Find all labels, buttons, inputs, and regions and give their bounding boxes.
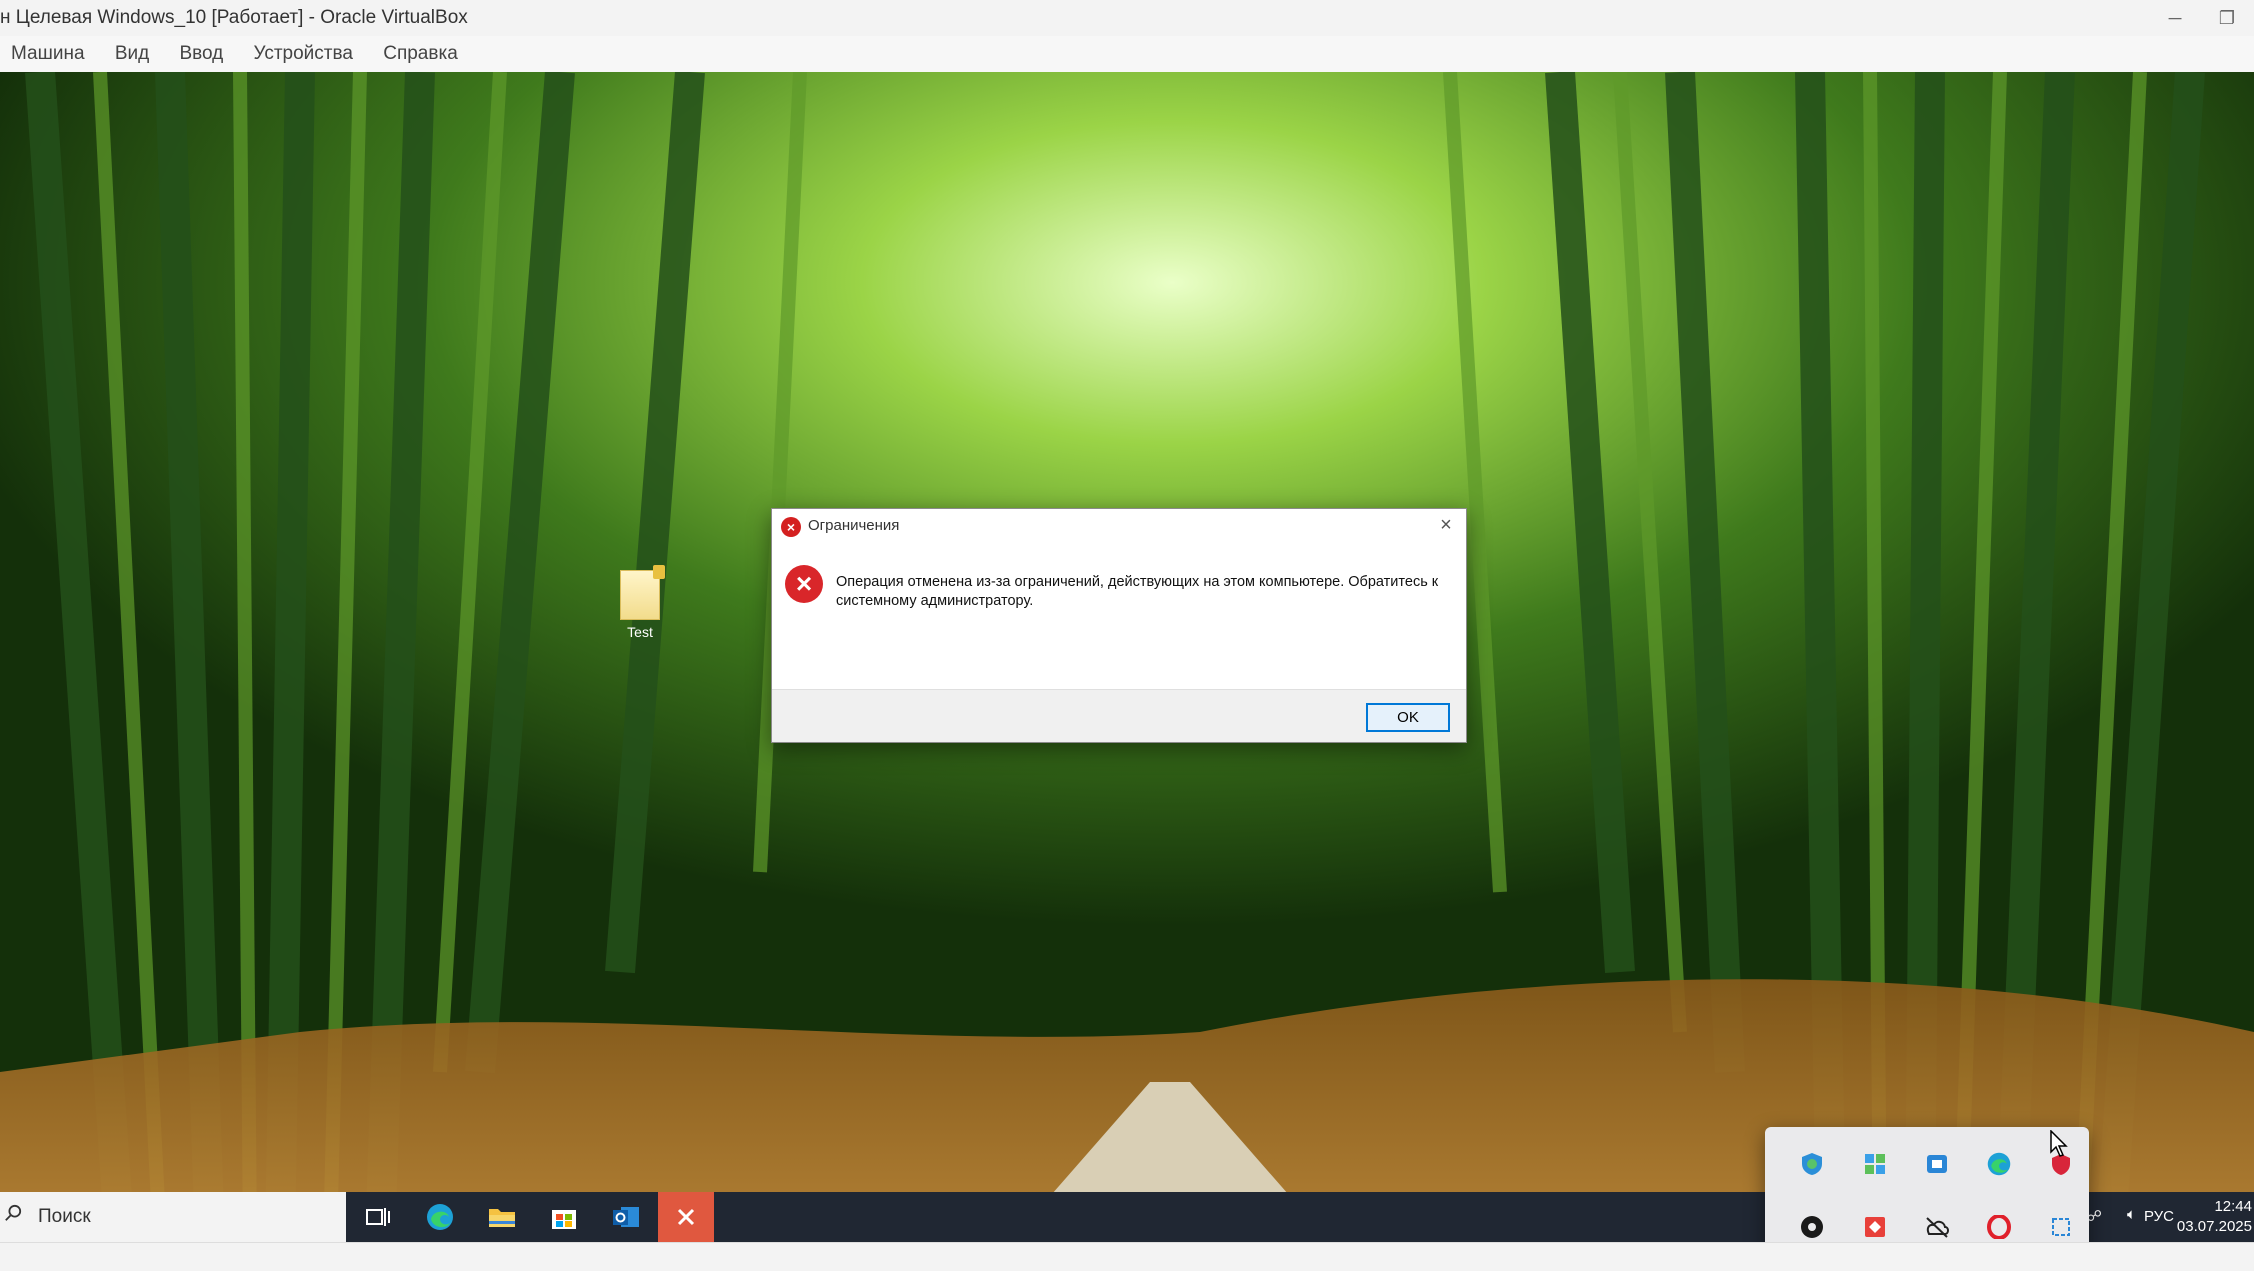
generic-app-tray-button[interactable]: [1920, 1147, 1954, 1181]
volume-icon[interactable]: 🔈︎: [2127, 1206, 2136, 1223]
edge-tray-button[interactable]: [1982, 1147, 2016, 1181]
edge-icon: [427, 1204, 453, 1230]
defender-tray-button[interactable]: [1795, 1147, 1829, 1181]
outlook-icon: [613, 1207, 639, 1227]
clock-date: 03.07.2025: [2176, 1218, 2252, 1235]
dialog-footer: OK: [772, 689, 1466, 742]
opera-icon: [1987, 1215, 2011, 1239]
error-small-icon: ×: [781, 517, 801, 537]
error-app-icon: [677, 1208, 695, 1226]
widgets-tray-button[interactable]: [1858, 1147, 1892, 1181]
cloud-offline-icon: [1926, 1217, 1949, 1238]
generic-app-icon: [1927, 1155, 1947, 1173]
search-icon: [5, 1204, 22, 1221]
restore-button[interactable]: ❐: [2204, 0, 2250, 36]
task-view-icon: [366, 1208, 390, 1226]
snipping-tool-icon: [2052, 1218, 2070, 1236]
dialog-message: Операция отменена из-за ограничений, дей…: [836, 574, 1439, 609]
host-titlebar: н Целевая Windows_10 [Работает] - Oracle…: [0, 0, 2254, 36]
menu-machine[interactable]: Машина: [11, 36, 85, 72]
search-placeholder: Поиск: [38, 1206, 91, 1227]
menu-input[interactable]: Ввод: [179, 36, 223, 72]
dialog-titlebar: × Ограничения ×: [772, 509, 1466, 545]
clock-time: 12:44: [2214, 1198, 2252, 1215]
menu-devices[interactable]: Устройства: [254, 36, 353, 72]
close-icon[interactable]: ×: [1434, 513, 1458, 537]
mouse-cursor-icon: [2050, 1130, 2068, 1157]
dialog-title: Ограничения: [808, 517, 900, 534]
aperture-icon: [1801, 1216, 1823, 1238]
dialog-body: × Операция отменена из-за ограничений, д…: [772, 545, 1466, 681]
clock[interactable]: 12:44 03.07.2025: [2177, 1197, 2252, 1237]
desktop-icon-test[interactable]: Test: [612, 565, 668, 640]
minimize-button[interactable]: ─: [2152, 0, 2198, 36]
ok-button[interactable]: OK: [1366, 703, 1450, 732]
network-icon[interactable]: ☍: [2087, 1207, 2102, 1225]
anydesk-tray-button[interactable]: [1858, 1210, 1892, 1242]
document-icon: [620, 565, 665, 620]
task-view-button[interactable]: [350, 1192, 406, 1242]
host-statusbar: [0, 1242, 2254, 1271]
anydesk-icon: [1865, 1217, 1885, 1237]
language-indicator[interactable]: РУС: [2144, 1208, 2174, 1225]
search-box[interactable]: Поиск: [0, 1192, 346, 1242]
edge-taskbar-button[interactable]: [412, 1192, 468, 1242]
desktop-icon-label: Test: [627, 624, 653, 640]
host-menubar: Машина Вид Ввод Устройства Справка: [0, 36, 2254, 73]
cloud-tray-button[interactable]: [1920, 1210, 1954, 1242]
store-button[interactable]: [536, 1192, 592, 1242]
tray-overflow-popup: [1765, 1127, 2089, 1242]
outlook-button[interactable]: [598, 1192, 654, 1242]
restriction-dialog: × Ограничения × × Операция отменена из-з…: [771, 508, 1467, 743]
error-icon: ×: [785, 565, 823, 603]
defender-icon: [1802, 1153, 1822, 1175]
file-explorer-button[interactable]: [474, 1192, 530, 1242]
window-title: н Целевая Windows_10 [Работает] - Oracle…: [0, 7, 468, 28]
menu-help[interactable]: Справка: [383, 36, 458, 72]
guest-screen: Test × Ограничения × × Операция отменена…: [0, 72, 2254, 1242]
widgets-icon: [1865, 1154, 1885, 1174]
file-explorer-icon: [489, 1209, 515, 1227]
store-icon: [552, 1210, 576, 1229]
error-app-button[interactable]: [658, 1192, 714, 1242]
snipping-tray-button[interactable]: [2044, 1210, 2078, 1242]
menu-view[interactable]: Вид: [115, 36, 149, 72]
opera-tray-button[interactable]: [1982, 1210, 2016, 1242]
aperture-tray-button[interactable]: [1795, 1210, 1829, 1242]
edge-icon: [1987, 1152, 2011, 1176]
